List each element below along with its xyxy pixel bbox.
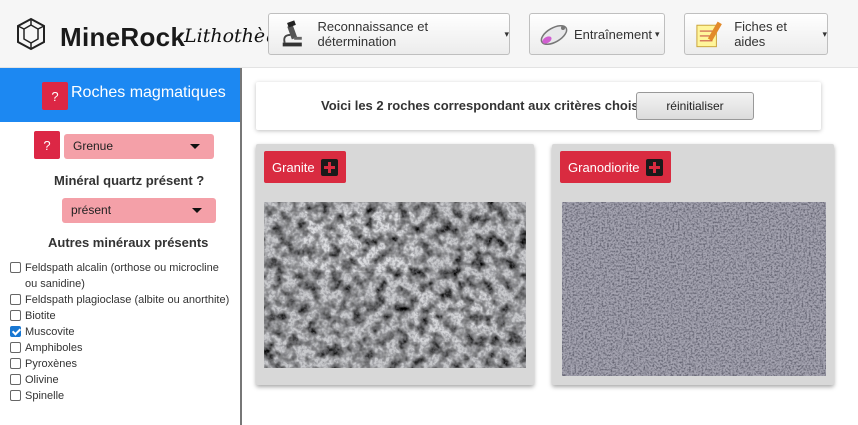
mineral-label: Biotite	[25, 310, 56, 322]
mineral-label: Feldspath plagioclase (albite ou anorthi…	[25, 294, 230, 306]
checkbox-icon[interactable]	[10, 390, 21, 401]
checkbox-icon[interactable]	[10, 374, 21, 385]
mineral-checkbox-item[interactable]: Biotite	[10, 308, 232, 324]
results-message: Voici les 2 roches correspondant aux cri…	[321, 98, 654, 113]
quartz-label: Minéral quartz présent ?	[54, 173, 205, 188]
nav-reconnaissance-label: Reconnaissance et détermination	[317, 19, 429, 49]
texture-help-button[interactable]: ?	[34, 131, 60, 159]
mineral-checkbox-item[interactable]: Feldspath alcalin (orthose ou microcline…	[10, 260, 232, 292]
rock-name: Granite	[272, 159, 315, 175]
crystal-logo-icon[interactable]	[14, 17, 48, 51]
nav-entrainement-button[interactable]: Entraînement ▾	[529, 13, 665, 55]
chevron-down-icon: ▾	[822, 28, 827, 39]
quartz-select-value: présent	[71, 203, 112, 217]
plus-box-icon	[320, 158, 338, 176]
mineral-label: Feldspath alcalin (orthose ou microcline…	[25, 262, 219, 290]
mineral-label: Spinelle	[25, 390, 65, 402]
top-navbar: MineRock Lithothèque Reconnaissance et d…	[0, 0, 858, 68]
rock-granodiorite-button[interactable]: Granodiorite	[560, 151, 671, 183]
dropdown-arrow-icon	[192, 208, 202, 213]
mineral-checkbox-item[interactable]: Pyroxènes	[10, 356, 232, 372]
sidebar: ? Roches magmatiques ? Grenue Minéral qu…	[0, 68, 242, 425]
mineral-checkbox-item[interactable]: Muscovite	[10, 324, 232, 340]
sidebar-header: ? Roches magmatiques	[0, 68, 240, 122]
texture-select[interactable]: Grenue	[64, 134, 214, 159]
granodiorite-photo[interactable]	[562, 202, 826, 376]
nav-reconnaissance-button[interactable]: Reconnaissance et détermination ▾	[268, 13, 510, 55]
results-info-bar: Voici les 2 roches correspondant aux cri…	[256, 82, 821, 130]
sidebar-title: Roches magmatiques	[71, 84, 226, 101]
mineral-label: Muscovite	[25, 326, 75, 338]
nav-fiches-button[interactable]: Fiches et aides ▾	[684, 13, 828, 55]
mineral-label: Olivine	[25, 374, 59, 386]
checkbox-icon[interactable]	[10, 294, 21, 305]
mineral-label: Amphiboles	[25, 342, 83, 354]
mineral-checkbox-item[interactable]: Spinelle	[10, 388, 232, 404]
plus-box-icon	[645, 158, 663, 176]
checkbox-checked-icon[interactable]	[10, 326, 21, 337]
quartz-select[interactable]: présent	[62, 198, 216, 223]
granite-photo[interactable]	[264, 202, 526, 368]
other-minerals-label: Autres minéraux présents	[48, 235, 209, 250]
mineral-checkbox-item[interactable]: Feldspath plagioclase (albite ou anorthi…	[10, 292, 232, 308]
notepad-icon	[696, 21, 722, 48]
checkbox-icon[interactable]	[10, 310, 21, 321]
brand-name[interactable]: MineRock	[60, 22, 185, 53]
texture-select-value: Grenue	[73, 139, 114, 153]
reset-button[interactable]: réinitialiser	[636, 92, 754, 120]
mineral-label: Pyroxènes	[25, 358, 77, 370]
rock-name: Granodiorite	[568, 159, 640, 175]
checkbox-icon[interactable]	[10, 262, 21, 273]
minerals-checklist: Feldspath alcalin (orthose ou microcline…	[10, 260, 232, 404]
chevron-down-icon: ▾	[504, 28, 509, 39]
rock-granite-button[interactable]: Granite	[264, 151, 346, 183]
dropdown-arrow-icon	[190, 144, 200, 149]
nav-entrainement-label: Entraînement	[574, 26, 653, 42]
rock-card-granite: Granite	[256, 144, 534, 385]
checkbox-icon[interactable]	[10, 358, 21, 369]
mineral-checkbox-item[interactable]: Amphiboles	[10, 340, 232, 356]
chevron-down-icon: ▾	[655, 28, 660, 39]
help-button[interactable]: ?	[42, 82, 68, 110]
mineral-checkbox-item[interactable]: Olivine	[10, 372, 232, 388]
microscope-icon	[282, 20, 302, 47]
pipette-icon	[540, 24, 568, 46]
rock-card-granodiorite: Granodiorite	[552, 144, 834, 385]
nav-fiches-label: Fiches et aides	[734, 19, 787, 49]
checkbox-icon[interactable]	[10, 342, 21, 353]
